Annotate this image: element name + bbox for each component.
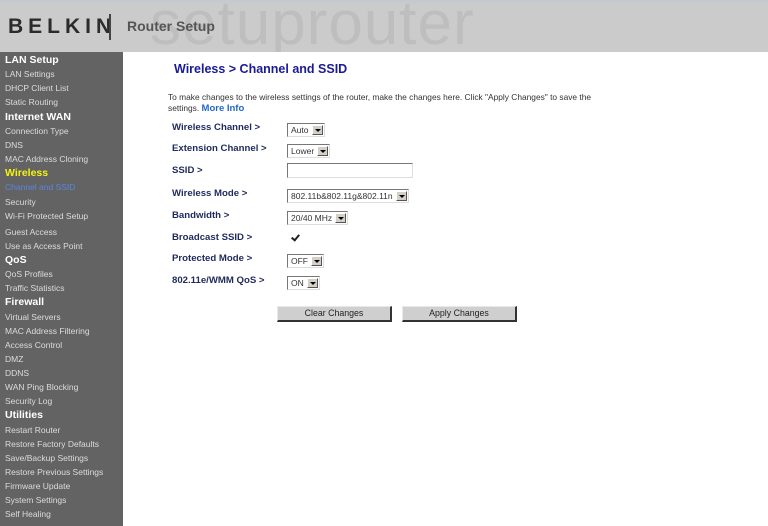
broadcast-ssid-label: Broadcast SSID > bbox=[172, 232, 253, 243]
sidebar-item-ddns[interactable]: DDNS bbox=[0, 366, 123, 380]
sidebar-item-traffic-statistics[interactable]: Traffic Statistics bbox=[0, 281, 123, 295]
ssid-input[interactable] bbox=[287, 163, 413, 178]
chevron-down-icon bbox=[395, 191, 407, 201]
sidebar-item-save-backup-settings[interactable]: Save/Backup Settings bbox=[0, 451, 123, 465]
clear-changes-button[interactable]: Clear Changes bbox=[277, 306, 392, 322]
sidebar-item-restore-factory-defaults[interactable]: Restore Factory Defaults bbox=[0, 437, 123, 451]
sidebar-item-firmware-update[interactable]: Firmware Update bbox=[0, 479, 123, 493]
main-content: Wireless > Channel and SSID To make chan… bbox=[123, 52, 768, 526]
sidebar-item-guest-access[interactable]: Guest Access bbox=[0, 225, 123, 239]
sidebar-item-mac-address-cloning[interactable]: MAC Address Cloning bbox=[0, 152, 123, 166]
sidebar-item-restore-previous-settings[interactable]: Restore Previous Settings bbox=[0, 465, 123, 479]
protected-mode-label: Protected Mode > bbox=[172, 253, 253, 264]
sidebar-section-wireless[interactable]: Wireless bbox=[0, 166, 123, 180]
sidebar-item-qos-profiles[interactable]: QoS Profiles bbox=[0, 267, 123, 281]
chevron-down-icon bbox=[311, 256, 322, 266]
app-title: Router Setup bbox=[127, 18, 215, 34]
sidebar-section-utilities[interactable]: Utilities bbox=[0, 408, 123, 422]
sidebar-item-security[interactable]: Security bbox=[0, 195, 123, 209]
logo-separator bbox=[109, 14, 111, 40]
protected-mode-select[interactable]: OFF bbox=[287, 254, 324, 268]
intro-text: To make changes to the wireless settings… bbox=[168, 92, 608, 114]
sidebar-item-security-log[interactable]: Security Log bbox=[0, 394, 123, 408]
chevron-down-icon bbox=[311, 125, 323, 135]
extension-channel-value: Lower bbox=[291, 146, 315, 156]
bandwidth-label: Bandwidth > bbox=[172, 210, 230, 221]
sidebar-item-use-as-access-point[interactable]: Use as Access Point bbox=[0, 239, 123, 253]
sidebar-item-restart-router[interactable]: Restart Router bbox=[0, 423, 123, 437]
extension-channel-label: Extension Channel > bbox=[172, 143, 267, 154]
wmm-qos-label: 802.11e/WMM QoS > bbox=[172, 275, 265, 286]
sidebar-item-wi-fi-protected-setup[interactable]: Wi-Fi Protected Setup bbox=[0, 209, 123, 223]
extension-channel-select[interactable]: Lower bbox=[287, 144, 331, 158]
sidebar-item-channel-and-ssid[interactable]: Channel and SSID bbox=[0, 180, 123, 194]
sidebar-section-firewall[interactable]: Firewall bbox=[0, 295, 123, 309]
sidebar-item-mac-address-filtering[interactable]: MAC Address Filtering bbox=[0, 324, 123, 338]
sidebar-item-static-routing[interactable]: Static Routing bbox=[0, 95, 123, 109]
sidebar-item-dmz[interactable]: DMZ bbox=[0, 352, 123, 366]
bandwidth-select[interactable]: 20/40 MHz bbox=[287, 211, 349, 225]
sidebar-item-dns[interactable]: DNS bbox=[0, 138, 123, 152]
sidebar-nav: LAN Setup LAN Settings DHCP Client List Sta… bbox=[0, 52, 123, 526]
sidebar-item-wan-ping-blocking[interactable]: WAN Ping Blocking bbox=[0, 380, 123, 394]
sidebar-section-internet-wan[interactable]: Internet WAN bbox=[0, 110, 123, 124]
sidebar-item-lan-settings[interactable]: LAN Settings bbox=[0, 67, 123, 81]
sidebar-section-qos[interactable]: QoS bbox=[0, 253, 123, 267]
wmm-qos-value: ON bbox=[291, 278, 304, 288]
chevron-down-icon bbox=[335, 213, 347, 223]
sidebar-item-self-healing[interactable]: Self Healing bbox=[0, 507, 123, 521]
broadcast-ssid-checkbox[interactable] bbox=[290, 233, 300, 243]
chevron-down-icon bbox=[306, 278, 318, 288]
sidebar-item-connection-type[interactable]: Connection Type bbox=[0, 124, 123, 138]
sidebar-item-access-control[interactable]: Access Control bbox=[0, 338, 123, 352]
bandwidth-value: 20/40 MHz bbox=[291, 213, 333, 223]
belkin-logo: BELKIN bbox=[8, 15, 117, 38]
apply-changes-button[interactable]: Apply Changes bbox=[402, 306, 517, 322]
sidebar-section-lan-setup[interactable]: LAN Setup bbox=[0, 53, 123, 67]
wireless-mode-value: 802.11b&802.11g&802.11n bbox=[291, 191, 393, 201]
page-title: Wireless > Channel and SSID bbox=[174, 62, 348, 76]
sidebar-item-virtual-servers[interactable]: Virtual Servers bbox=[0, 310, 123, 324]
wireless-mode-label: Wireless Mode > bbox=[172, 188, 248, 199]
sidebar-item-system-settings[interactable]: System Settings bbox=[0, 493, 123, 507]
wireless-channel-select[interactable]: Auto bbox=[287, 123, 325, 137]
header: setuprouter BELKIN Router Setup bbox=[0, 0, 768, 52]
ssid-label: SSID > bbox=[172, 165, 203, 176]
sidebar-item-dhcp-client-list[interactable]: DHCP Client List bbox=[0, 81, 123, 95]
wireless-mode-select[interactable]: 802.11b&802.11g&802.11n bbox=[287, 189, 409, 203]
more-info-link[interactable]: More Info bbox=[202, 103, 245, 114]
chevron-down-icon bbox=[317, 146, 329, 156]
protected-mode-value: OFF bbox=[291, 256, 308, 266]
wmm-qos-select[interactable]: ON bbox=[287, 276, 320, 290]
wireless-channel-label: Wireless Channel > bbox=[172, 122, 261, 133]
wireless-channel-value: Auto bbox=[291, 125, 309, 135]
